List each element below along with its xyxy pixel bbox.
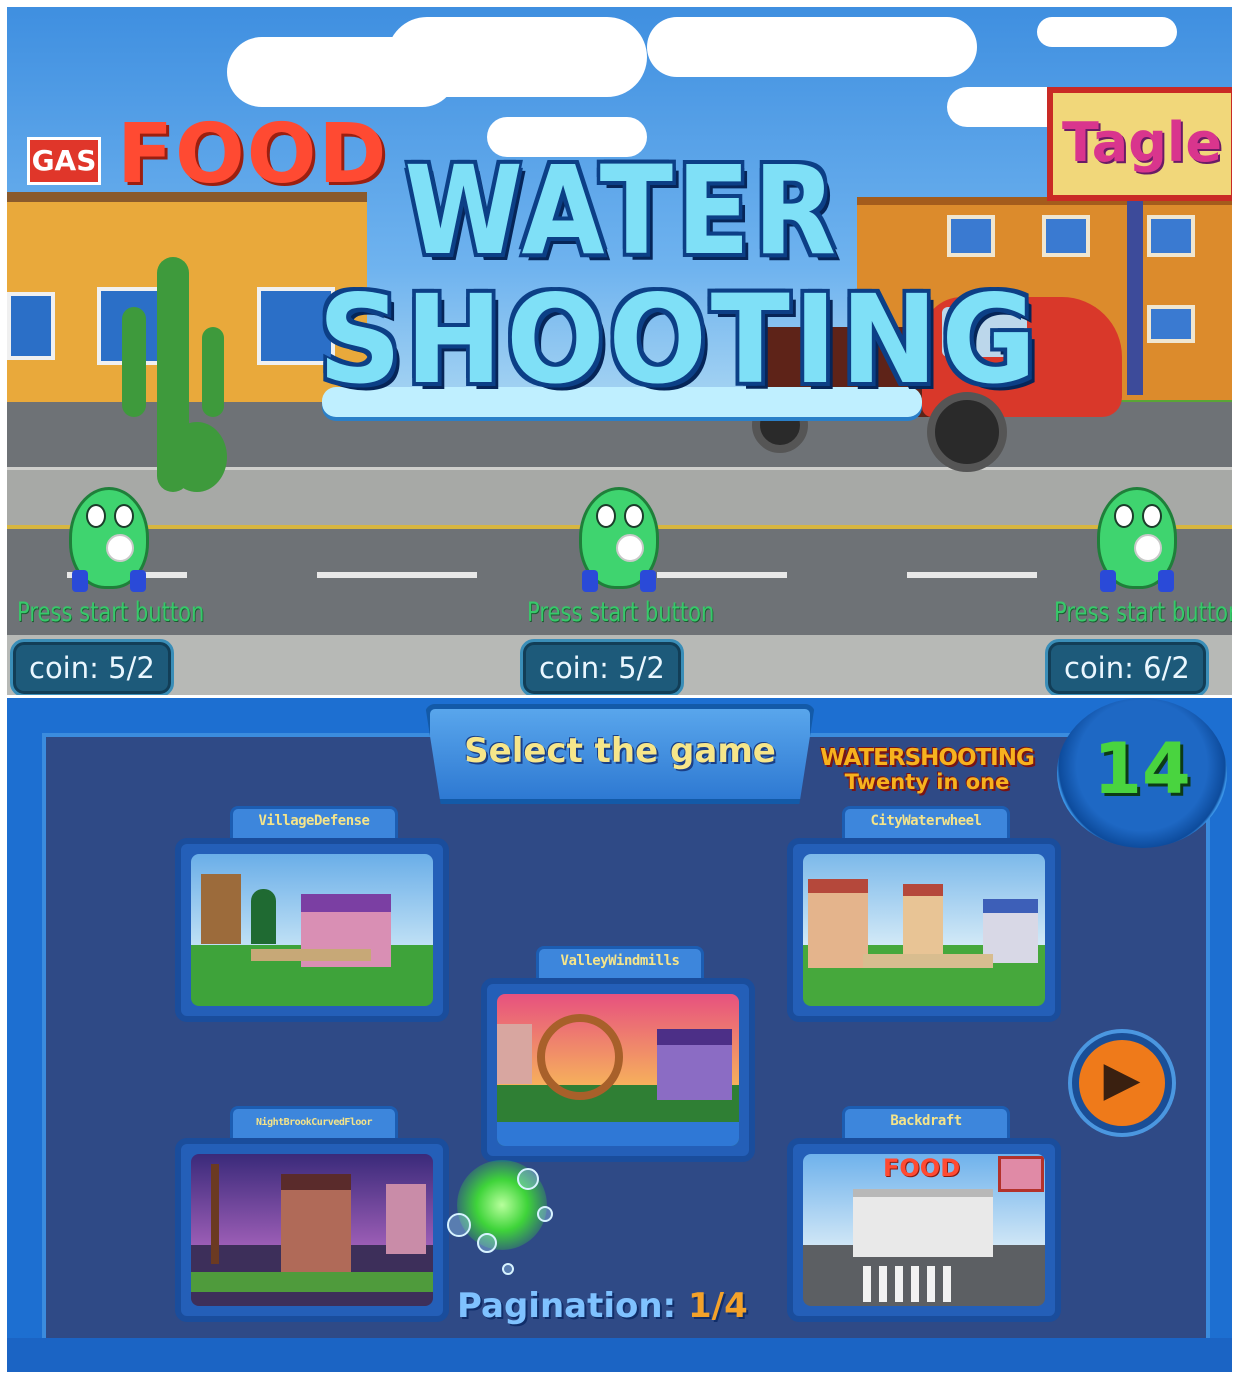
game-thumbnail xyxy=(191,1154,433,1306)
coin-counter: coin: 5/2 xyxy=(520,639,684,695)
game-thumbnail xyxy=(497,994,739,1146)
coin-counter: coin: 5/2 xyxy=(10,639,174,695)
attract-screen: GAS FOOD Tagle WATER SHOOTING Press star… xyxy=(7,7,1232,695)
logo-line-1: WATER xyxy=(404,140,840,282)
cloud xyxy=(1037,17,1177,47)
game-select-screen: Select the game WATERSHOOTING Twenty in … xyxy=(7,698,1232,1372)
game-card-valley-windmills[interactable]: ValleyWindmills xyxy=(481,946,757,1162)
cactus xyxy=(167,422,227,492)
window xyxy=(1147,305,1195,343)
player-slot-2: Press start button coin: 5/2 xyxy=(517,487,732,695)
game-card-village-defense[interactable]: VillageDefense xyxy=(175,806,451,1022)
cactus xyxy=(122,307,146,417)
coin-label: coin: xyxy=(539,651,609,685)
mascot-icon xyxy=(1097,487,1177,592)
window xyxy=(7,292,55,360)
game-thumbnail xyxy=(191,854,433,1006)
press-start-prompt: Press start button xyxy=(17,597,205,628)
brand-line-1: WATERSHOOTING xyxy=(820,745,1035,771)
bubble xyxy=(477,1233,497,1253)
cloud xyxy=(387,17,647,97)
game-title: VillageDefense xyxy=(258,813,370,829)
coin-value: 5/2 xyxy=(108,651,155,685)
press-start-prompt: Press start button xyxy=(1054,597,1232,628)
game-title: Backdraft xyxy=(890,1113,962,1129)
brand-mark: WATERSHOOTING Twenty in one xyxy=(807,746,1047,794)
window xyxy=(1042,215,1090,257)
coin-label: coin: xyxy=(1064,651,1134,685)
brand-billboard: Tagle xyxy=(1047,87,1232,201)
lane-marking xyxy=(907,572,1037,578)
mascot-icon xyxy=(579,487,659,592)
game-thumbnail: FOOD xyxy=(803,1154,1045,1306)
window xyxy=(1147,215,1195,257)
brand-billboard-text: Tagle xyxy=(1061,111,1223,174)
title-banner: Select the game xyxy=(425,704,815,804)
frame-bottom xyxy=(7,1338,1232,1372)
brand-line-2: Twenty in one xyxy=(844,770,1010,794)
sign-pole xyxy=(1127,195,1143,395)
lane-marking xyxy=(317,572,477,578)
gas-sign: GAS xyxy=(27,137,101,185)
coin-value: 5/2 xyxy=(618,651,665,685)
card-frame: FOOD xyxy=(787,1138,1061,1322)
next-arrow-icon: ▶ xyxy=(1103,1051,1141,1107)
cloud xyxy=(647,17,977,77)
backdraft-food-sign: FOOD xyxy=(883,1154,961,1182)
coin-counter: coin: 6/2 xyxy=(1045,639,1209,695)
game-title: NightBrookCurvedFloor xyxy=(256,1117,372,1128)
bubble xyxy=(517,1168,539,1190)
page-title: Select the game xyxy=(464,731,776,771)
coin-value: 6/2 xyxy=(1143,651,1190,685)
player-slot-1: Press start button coin: 5/2 xyxy=(7,487,222,695)
game-card-night-brook-curved-floor[interactable]: NightBrookCurvedFloor xyxy=(175,1106,451,1322)
bubble xyxy=(537,1206,553,1222)
coin-label: coin: xyxy=(29,651,99,685)
card-frame xyxy=(787,838,1061,1022)
card-frame xyxy=(175,1138,449,1322)
card-frame xyxy=(175,838,449,1022)
game-logo: WATER SHOOTING xyxy=(302,140,1041,427)
pagination-value: 1/4 xyxy=(688,1286,748,1326)
mascot-icon xyxy=(69,487,149,592)
window xyxy=(947,215,995,257)
game-count: 14 xyxy=(1093,728,1191,810)
card-frame xyxy=(481,978,755,1162)
pagination: Pagination: 1/4 xyxy=(457,1286,748,1326)
game-card-city-waterwheel[interactable]: CityWaterwheel xyxy=(787,806,1063,1022)
game-count-badge: 14 xyxy=(1057,698,1227,848)
logo-line-2: SHOOTING xyxy=(318,269,1041,411)
player-slot-3: Press start button coin: 6/2 xyxy=(1042,487,1232,695)
game-title: ValleyWindmills xyxy=(560,953,680,969)
pagination-label: Pagination: xyxy=(457,1286,677,1326)
cactus xyxy=(202,327,224,417)
game-thumbnail xyxy=(803,854,1045,1006)
game-card-backdraft[interactable]: Backdraft FOOD xyxy=(787,1106,1063,1322)
press-start-prompt: Press start button xyxy=(527,597,715,628)
next-page-button[interactable]: ▶ xyxy=(1072,1033,1172,1133)
bubble xyxy=(447,1213,471,1237)
bubble xyxy=(502,1263,514,1275)
game-title: CityWaterwheel xyxy=(870,813,982,829)
